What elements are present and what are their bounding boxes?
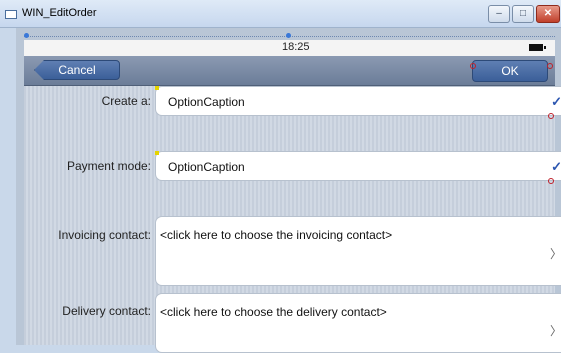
navigation-bar: Cancel OK (24, 56, 555, 86)
create-a-combo[interactable]: OptionCaption ✓ (155, 86, 561, 116)
delivery-contact-label: Delivery contact: (62, 304, 151, 318)
delivery-contact-field[interactable]: <click here to choose the delivery conta… (155, 293, 561, 353)
anchor-marker-icon (470, 63, 476, 69)
battery-icon (529, 44, 546, 51)
window-title: WIN_EditOrder (22, 7, 97, 19)
payment-mode-combo[interactable]: OptionCaption ✓ (155, 151, 561, 181)
invoicing-contact-placeholder: <click here to choose the invoicing cont… (160, 228, 393, 242)
create-a-value: OptionCaption (168, 95, 245, 109)
ruler-handle-center[interactable] (286, 33, 291, 38)
anchor-marker-icon (548, 113, 554, 119)
check-icon: ✓ (551, 94, 561, 109)
invoicing-contact-field[interactable]: <click here to choose the invoicing cont… (155, 216, 561, 286)
chevron-right-icon: 〉 (549, 247, 561, 261)
resize-handle-icon (155, 151, 159, 155)
resize-handle-icon (155, 86, 159, 90)
minimize-button[interactable]: – (488, 5, 510, 23)
anchor-marker-icon (548, 178, 554, 184)
invoicing-contact-label: Invoicing contact: (58, 228, 151, 242)
payment-mode-value: OptionCaption (168, 160, 245, 174)
window-titlebar: WIN_EditOrder – □ ✕ (0, 0, 561, 28)
maximize-button[interactable]: □ (512, 5, 534, 23)
close-button[interactable]: ✕ (536, 5, 560, 23)
payment-mode-label: Payment mode: (66, 159, 151, 173)
check-icon: ✓ (551, 159, 561, 174)
ok-button[interactable]: OK (472, 60, 548, 82)
create-a-label: Create a: (101, 94, 151, 108)
status-time: 18:25 (282, 41, 310, 53)
order-form: Create a: OptionCaption ✓ Payment mode: … (24, 86, 561, 353)
delivery-contact-placeholder: <click here to choose the delivery conta… (160, 305, 387, 319)
status-bar: 18:25 (24, 40, 555, 56)
cancel-button[interactable]: Cancel (34, 60, 120, 80)
window-icon (5, 10, 17, 19)
chevron-right-icon: 〉 (549, 324, 561, 338)
ruler-handle-left[interactable] (24, 33, 29, 38)
anchor-marker-icon (547, 63, 553, 69)
